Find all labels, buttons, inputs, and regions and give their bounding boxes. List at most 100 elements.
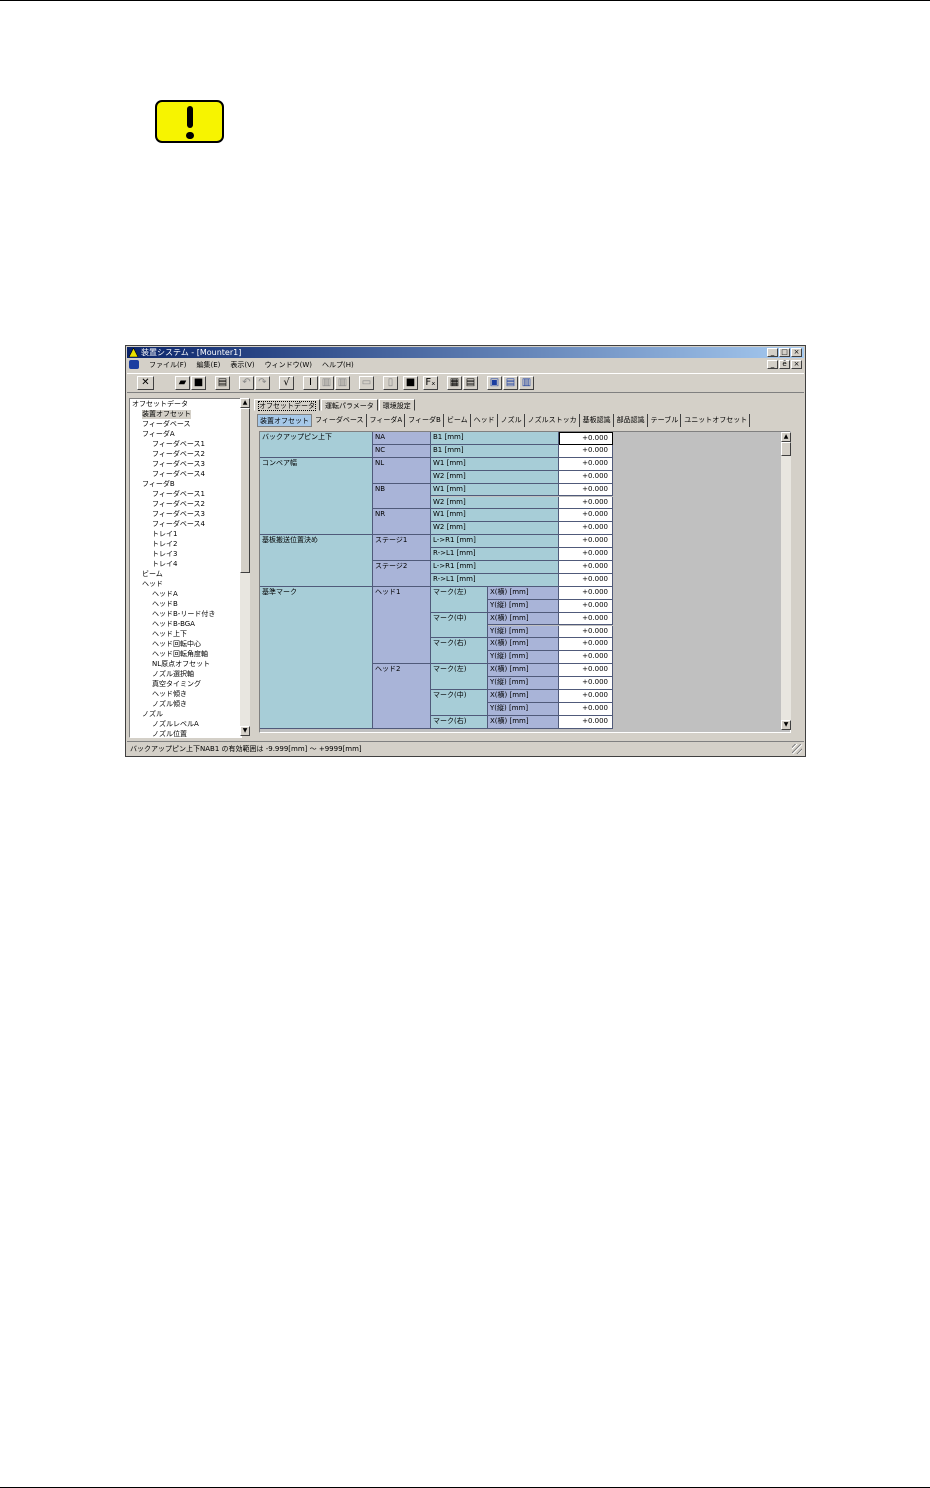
value-cell[interactable]: +0.000 bbox=[559, 522, 613, 536]
delete-row-icon[interactable]: ▥ bbox=[335, 376, 350, 390]
copy-icon[interactable]: ▭ bbox=[359, 376, 374, 390]
tree-item[interactable]: ヘッドB-リード付き bbox=[152, 610, 215, 619]
sub-tab-7[interactable]: ノズルストッカ bbox=[526, 414, 580, 427]
child-minimize-button[interactable]: _ bbox=[767, 360, 778, 369]
tree-item[interactable]: ビーム bbox=[142, 570, 163, 579]
function-button[interactable]: Fₓ bbox=[423, 376, 438, 390]
value-cell[interactable]: +0.000 bbox=[559, 677, 613, 690]
document-icon[interactable] bbox=[129, 360, 139, 369]
tree-item[interactable]: ヘッドA bbox=[152, 590, 178, 599]
value-cell[interactable]: +0.000 bbox=[559, 702, 613, 716]
value-cell[interactable]: +0.000 bbox=[559, 638, 613, 652]
list-view-icon[interactable]: ▤ bbox=[463, 376, 478, 390]
grid-scroll-up-icon[interactable]: ▲ bbox=[781, 432, 791, 442]
value-cell[interactable]: +0.000 bbox=[559, 625, 613, 639]
cancel-button[interactable]: ✕ bbox=[137, 376, 154, 390]
offset-grid[interactable]: バックアップピン上下 コンベア幅 基板搬送位置決め 基準マーク NA NC NL NB NR ステ… bbox=[259, 431, 791, 733]
value-cell[interactable]: +0.000 bbox=[559, 573, 613, 587]
sub-tab-4[interactable]: ビーム bbox=[445, 414, 471, 427]
maximize-button[interactable]: □ bbox=[779, 348, 790, 357]
tree-item[interactable]: ヘッドB bbox=[152, 600, 178, 609]
title-bar[interactable]: 装置システム - [Mounter1] _ □ × bbox=[127, 347, 804, 358]
value-cell[interactable]: +0.000 bbox=[559, 599, 613, 613]
tree-item[interactable]: トレイ1 bbox=[152, 530, 177, 539]
sub-tab-1[interactable]: フィーダベース bbox=[313, 414, 367, 427]
redo-icon[interactable]: ↷ bbox=[255, 376, 270, 390]
menu-item[interactable]: ウィンドウ(W) bbox=[265, 361, 312, 369]
undo-icon[interactable]: ↶ bbox=[239, 376, 254, 390]
tree-item[interactable]: トレイ3 bbox=[152, 550, 177, 559]
tree-item[interactable]: フィーダベース4 bbox=[152, 470, 205, 479]
print-icon[interactable]: ▤ bbox=[215, 376, 230, 390]
value-cell[interactable]: +0.000 bbox=[559, 444, 613, 458]
menu-item[interactable]: 編集(E) bbox=[197, 361, 221, 369]
grid-scroll-down-icon[interactable]: ▼ bbox=[781, 720, 791, 730]
tree-item[interactable]: フィーダベース2 bbox=[152, 450, 205, 459]
value-cell[interactable]: +0.000 bbox=[559, 483, 613, 497]
sub-tab-0[interactable]: 装置オフセット bbox=[257, 414, 312, 427]
tab-0[interactable]: オフセットデータ bbox=[254, 399, 320, 411]
resize-grip-icon[interactable] bbox=[792, 744, 802, 754]
paste-icon[interactable]: ▯ bbox=[383, 376, 398, 390]
tree-item[interactable]: フィーダベース1 bbox=[152, 440, 205, 449]
check-button[interactable]: √ bbox=[279, 376, 294, 390]
value-cell[interactable]: +0.000 bbox=[559, 548, 613, 561]
stop-icon[interactable]: ■ bbox=[403, 376, 418, 390]
tree-scroll-down-icon[interactable]: ▼ bbox=[240, 726, 250, 736]
sub-tab-11[interactable]: ユニットオフセット bbox=[682, 414, 751, 427]
tree-item[interactable]: 真空タイミング bbox=[152, 680, 201, 689]
tree-item[interactable]: フィーダベース1 bbox=[152, 490, 205, 499]
tree-item[interactable]: ヘッド上下 bbox=[152, 630, 187, 639]
sub-tab-9[interactable]: 部品認識 bbox=[615, 414, 648, 427]
tree-item[interactable]: ヘッド傾き bbox=[152, 690, 187, 699]
tree-item[interactable]: 装置オフセット bbox=[142, 410, 191, 419]
value-cell[interactable]: +0.000 bbox=[559, 561, 613, 574]
value-cell[interactable]: +0.000 bbox=[559, 612, 613, 626]
value-cell[interactable]: +0.000 bbox=[559, 432, 613, 445]
tab-1[interactable]: 運転パラメータ bbox=[321, 399, 378, 411]
tree-item[interactable]: トレイ2 bbox=[152, 540, 177, 549]
sub-tab-10[interactable]: テーブル bbox=[649, 414, 682, 427]
value-cell[interactable]: +0.000 bbox=[559, 457, 613, 471]
tree-item[interactable]: フィーダベース2 bbox=[152, 500, 205, 509]
value-cell[interactable]: +0.000 bbox=[559, 535, 613, 549]
insert-button[interactable]: I bbox=[303, 376, 318, 390]
tree-item[interactable]: ヘッド回転角度軸 bbox=[152, 650, 208, 659]
sub-tab-2[interactable]: フィーダA bbox=[368, 414, 406, 427]
tree-scroll-up-icon[interactable]: ▲ bbox=[240, 398, 250, 408]
tab-2[interactable]: 環境設定 bbox=[378, 399, 415, 411]
value-cell[interactable]: +0.000 bbox=[559, 715, 613, 729]
cascade-icon[interactable]: ▣ bbox=[487, 376, 502, 390]
value-cell[interactable]: +0.000 bbox=[559, 651, 613, 665]
value-cell[interactable]: +0.000 bbox=[559, 586, 613, 600]
grid-scroll-thumb[interactable] bbox=[781, 442, 791, 456]
sub-tab-6[interactable]: ノズル bbox=[499, 414, 525, 427]
tree-item[interactable]: ヘッド bbox=[142, 580, 163, 589]
value-cell[interactable]: +0.000 bbox=[559, 496, 613, 510]
tree-item[interactable]: ヘッド回転中心 bbox=[152, 640, 201, 649]
close-button[interactable]: × bbox=[791, 348, 802, 357]
tree-item[interactable]: ノズル選択軸 bbox=[152, 670, 194, 679]
child-restore-button[interactable]: ē bbox=[779, 360, 790, 369]
tree-item[interactable]: ノズルレベルA bbox=[152, 720, 199, 729]
insert-row-icon[interactable]: ▥ bbox=[319, 376, 334, 390]
value-cell[interactable]: +0.000 bbox=[559, 509, 613, 523]
menu-item[interactable]: ヘルプ(H) bbox=[322, 361, 354, 369]
tree-item[interactable]: ノズル位置 bbox=[152, 730, 187, 737]
tree-item[interactable]: フィーダベース4 bbox=[152, 520, 205, 529]
value-cell[interactable]: +0.000 bbox=[559, 690, 613, 703]
tree-scroll-thumb[interactable] bbox=[240, 408, 250, 573]
tree-item[interactable]: フィーダベース3 bbox=[152, 460, 205, 469]
tree-item[interactable]: トレイ4 bbox=[152, 560, 177, 569]
grid-scrollbar[interactable]: ▲ ▼ bbox=[781, 432, 791, 730]
tree-item[interactable]: フィーダベース bbox=[142, 420, 191, 429]
menu-item[interactable]: ファイル(F) bbox=[149, 361, 187, 369]
tree-item[interactable]: ヘッドB-BGA bbox=[152, 620, 195, 629]
child-close-button[interactable]: × bbox=[791, 360, 802, 369]
sub-tab-3[interactable]: フィーダB bbox=[406, 414, 444, 427]
value-cell[interactable]: +0.000 bbox=[559, 664, 613, 678]
menu-item[interactable]: 表示(V) bbox=[230, 361, 254, 369]
tree-item[interactable]: オフセットデータ bbox=[132, 400, 188, 409]
sub-tab-8[interactable]: 基板認識 bbox=[581, 414, 614, 427]
tree-scrollbar[interactable]: ▲ ▼ bbox=[240, 398, 250, 736]
